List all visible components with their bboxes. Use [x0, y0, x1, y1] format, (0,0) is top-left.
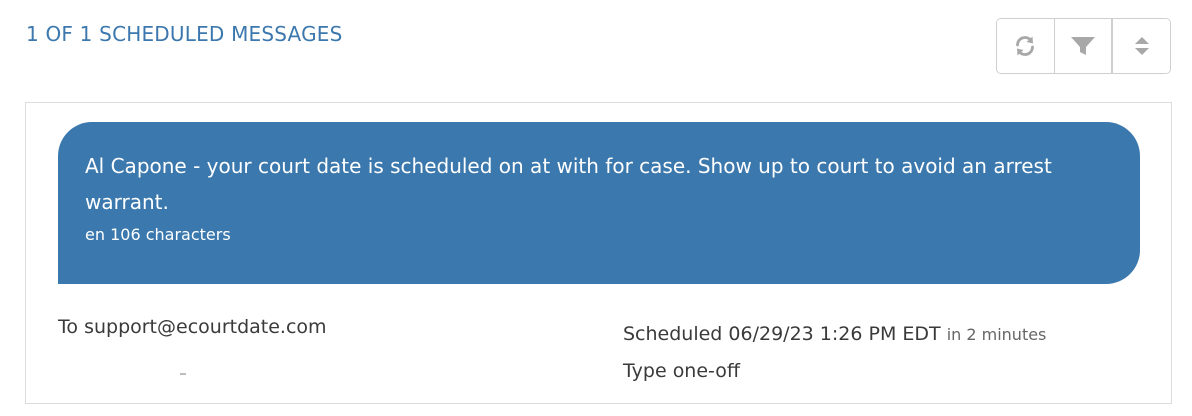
scheduled-message-card: Al Capone - your court date is scheduled…	[25, 102, 1172, 404]
type-value: one-off	[672, 360, 740, 382]
toolbar-button-group	[996, 18, 1171, 74]
schedule-details: Scheduled 06/29/23 1:26 PM EDT in 2 minu…	[623, 316, 1046, 389]
divider-mark	[180, 373, 186, 375]
filter-icon	[1071, 37, 1095, 55]
scheduled-datetime: 06/29/23 1:26 PM EDT	[728, 323, 941, 345]
message-bubble[interactable]: Al Capone - your court date is scheduled…	[58, 122, 1140, 284]
type-label: Type	[623, 360, 667, 382]
recipient-value: support@ecourtdate.com	[84, 316, 327, 338]
scheduled-label: Scheduled	[623, 323, 723, 345]
message-text: Al Capone - your court date is scheduled…	[85, 154, 1052, 214]
scheduled-relative-time: in 2 minutes	[946, 325, 1047, 344]
recipient: To support@ecourtdate.com	[58, 316, 327, 338]
sort-button[interactable]	[1111, 19, 1170, 73]
refresh-button[interactable]	[997, 19, 1054, 73]
page-title: 1 OF 1 SCHEDULED MESSAGES	[26, 22, 343, 46]
recipient-label: To	[58, 316, 79, 338]
message-meta: en 106 characters	[85, 225, 1112, 244]
type-row: Type one-off	[623, 353, 1046, 389]
sort-icon	[1134, 37, 1149, 55]
message-language: en	[85, 225, 105, 244]
refresh-icon	[1016, 36, 1035, 56]
filter-button[interactable]	[1053, 19, 1112, 73]
scheduled-row: Scheduled 06/29/23 1:26 PM EDT in 2 minu…	[623, 316, 1046, 353]
message-character-count: 106 characters	[110, 225, 231, 244]
